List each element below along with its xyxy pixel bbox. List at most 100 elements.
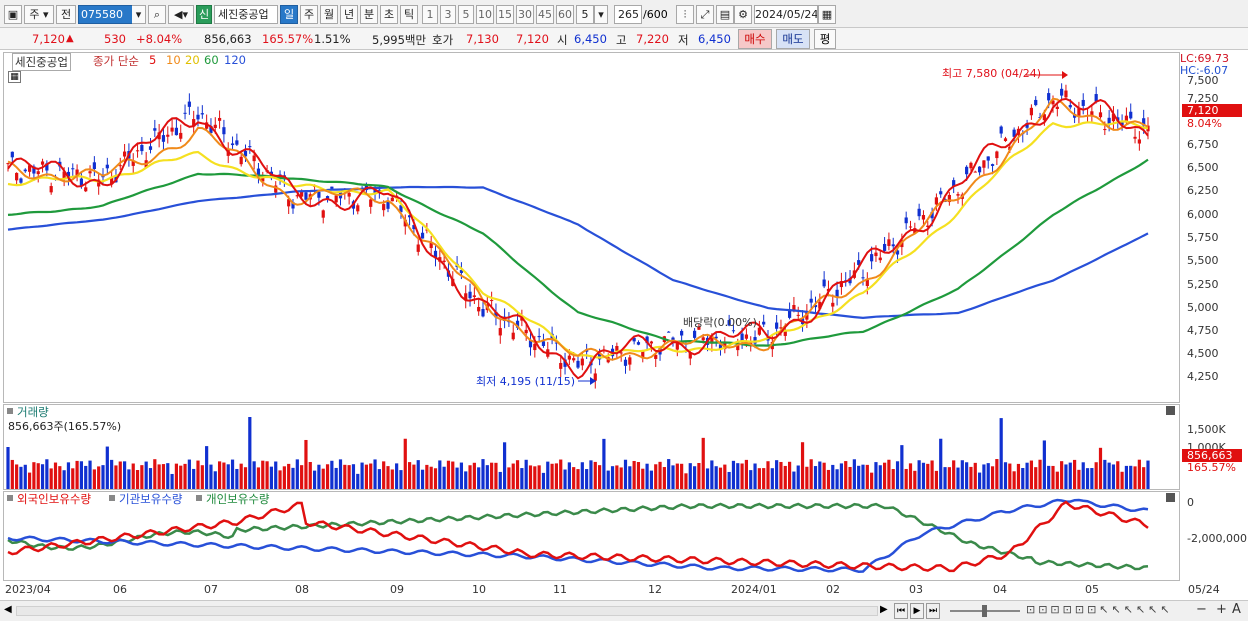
volume-bar xyxy=(1081,462,1085,489)
gear-icon[interactable]: ⚙ xyxy=(734,5,752,24)
interval-value-field[interactable]: 5 xyxy=(576,5,594,24)
volume-bar xyxy=(1012,471,1016,489)
play-icon[interactable]: ▶ xyxy=(910,603,924,619)
candle-body xyxy=(921,215,926,220)
horizontal-scrollbar[interactable] xyxy=(16,606,878,616)
last-page-icon[interactable]: ⏭ xyxy=(926,603,940,619)
date-input[interactable]: 2024/05/24 xyxy=(754,5,818,24)
x-label-03: 03 xyxy=(909,583,923,596)
candle-body xyxy=(533,343,537,351)
count-input[interactable]: 265 xyxy=(614,5,642,24)
volume-bar xyxy=(71,468,75,489)
stock-code-input[interactable]: 075580 xyxy=(78,5,140,24)
volume-bar xyxy=(58,466,62,489)
candle-body xyxy=(23,169,27,172)
y-tick-4750: 4,750 xyxy=(1187,324,1219,337)
sound-icon[interactable]: ◀▾ xyxy=(168,5,194,24)
candle-body xyxy=(230,143,235,146)
turnover-ratio: 1.51% xyxy=(314,32,351,46)
candle-body xyxy=(49,186,53,193)
volume-bar xyxy=(369,463,373,489)
volume-bar xyxy=(53,462,58,489)
volume-bar xyxy=(805,466,809,489)
volume-bar xyxy=(796,465,800,489)
volume-bar xyxy=(338,459,343,489)
volume-bar xyxy=(438,460,442,489)
volume-bar xyxy=(917,460,921,489)
eval-button[interactable]: 평 xyxy=(814,29,836,49)
sell-button[interactable]: 매도 xyxy=(776,29,810,49)
zoom-in-icon[interactable]: + xyxy=(1216,602,1227,617)
volume-bar xyxy=(891,469,895,489)
interval-dropdown-icon[interactable]: ▾ xyxy=(594,5,608,24)
volume-bar xyxy=(520,468,524,489)
prev-button[interactable]: 전 xyxy=(56,5,76,24)
candle-body xyxy=(969,162,973,169)
candle-body xyxy=(382,204,386,211)
candle-body xyxy=(1055,106,1059,109)
candle-body xyxy=(40,161,45,165)
volume-bar xyxy=(943,467,947,489)
interval-button-15[interactable]: 15 xyxy=(496,5,514,24)
period-tab-tick[interactable]: 틱 xyxy=(400,5,418,24)
candle-body xyxy=(809,298,813,303)
volume-bar xyxy=(792,471,796,489)
code-dropdown-icon[interactable]: ▾ xyxy=(132,5,146,24)
zoom-slider-handle[interactable] xyxy=(982,605,987,617)
candle-body xyxy=(1137,139,1141,144)
period-tab-day[interactable]: 일 xyxy=(280,5,298,24)
volume-bar xyxy=(131,463,135,489)
volume-bar xyxy=(433,468,438,489)
save-icon[interactable]: ▤ xyxy=(716,5,734,24)
layout-icon[interactable]: ▣ xyxy=(4,5,22,24)
volume-bar xyxy=(118,461,122,489)
volume-bar xyxy=(79,461,84,489)
search-icon[interactable]: ⌕ xyxy=(148,5,166,24)
scroll-right-icon[interactable]: ▶ xyxy=(880,604,888,615)
candle-body xyxy=(887,239,891,246)
interval-button-10[interactable]: 10 xyxy=(476,5,494,24)
interval-button-5[interactable]: 5 xyxy=(458,5,474,24)
interval-button-45[interactable]: 45 xyxy=(536,5,554,24)
candle-body xyxy=(84,187,88,192)
draw-tool-icon[interactable]: ⤢ xyxy=(696,5,714,24)
scroll-left-icon[interactable]: ◀ xyxy=(4,604,12,615)
period-tab-year[interactable]: 년 xyxy=(340,5,358,24)
candle-body xyxy=(939,191,943,195)
volume-bar xyxy=(226,464,230,489)
volume-pct-tag: 165.57% xyxy=(1187,461,1236,474)
interval-button-3[interactable]: 3 xyxy=(440,5,456,24)
period-tab-month[interactable]: 월 xyxy=(320,5,338,24)
volume-bar xyxy=(511,463,515,489)
calendar-icon[interactable]: ▦ xyxy=(818,5,836,24)
volume-bar xyxy=(170,473,174,489)
volume-bar xyxy=(623,459,628,489)
market-select[interactable]: 주 ▾ xyxy=(24,5,54,24)
period-tab-minute[interactable]: 분 xyxy=(360,5,378,24)
volume-bar xyxy=(736,463,740,489)
candle-body xyxy=(934,197,939,205)
period-tab-week[interactable]: 주 xyxy=(300,5,318,24)
buy-button[interactable]: 매수 xyxy=(738,29,772,49)
volume-bar xyxy=(317,464,321,489)
volume-bar xyxy=(407,462,412,489)
interval-button-30[interactable]: 30 xyxy=(516,5,534,24)
candle-body xyxy=(442,260,446,262)
volume-bar xyxy=(986,463,990,489)
interval-button-60[interactable]: 60 xyxy=(556,5,574,24)
candle-body xyxy=(1034,99,1038,106)
volume-bar xyxy=(1146,460,1150,489)
font-size-icon[interactable]: A xyxy=(1232,602,1241,617)
volume-bar xyxy=(567,462,571,489)
drawing-tools-icons[interactable]: ⊡⊡⊡⊡⊡⊡↖↖↖↖↖↖ xyxy=(1026,603,1173,616)
period-tab-second[interactable]: 초 xyxy=(380,5,398,24)
first-page-icon[interactable]: ⏮ xyxy=(894,603,908,619)
count-max-label: /600 xyxy=(643,8,668,21)
interval-button-1[interactable]: 1 xyxy=(422,5,438,24)
zoom-out-icon[interactable]: − xyxy=(1196,602,1207,617)
volume-bar xyxy=(429,466,433,489)
candle-style-icon[interactable]: ⫶ xyxy=(676,5,694,24)
volume-bar xyxy=(619,467,623,489)
candle-body xyxy=(369,199,373,207)
volume-bar xyxy=(615,465,619,489)
